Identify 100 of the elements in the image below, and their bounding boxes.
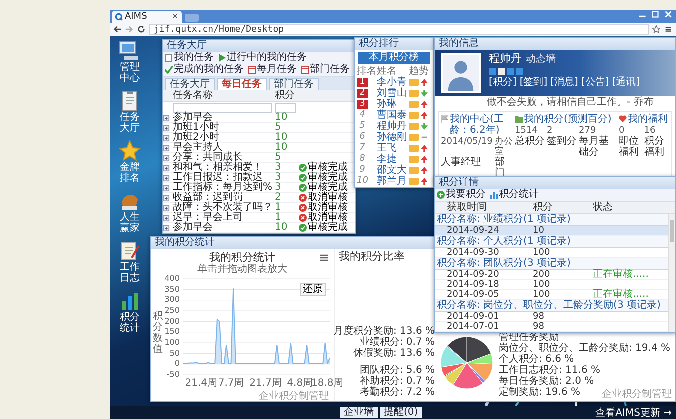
data-label: 休假奖励: 13.6 % <box>354 348 435 359</box>
tick-label: 4.8周 <box>287 379 314 389</box>
data-label: 工作日志积分: 11.6 % <box>499 366 600 376</box>
column-header: 排名 <box>357 66 377 77</box>
stat-value: 2014/05/19 <box>441 137 493 149</box>
tick-label: 50 <box>170 350 180 358</box>
stat-value: 1514 <box>515 126 539 136</box>
tick-label: 0 <box>174 360 180 368</box>
task-points: 1 <box>275 213 282 223</box>
rank-number: 8 <box>358 155 366 164</box>
stat-value: 0 <box>619 126 626 136</box>
date-cell-text: 2014-09-05 <box>447 290 500 300</box>
date-cell-text: 2014-09-24 <box>447 226 500 236</box>
data-label: 考勤积分: 7.2 % <box>360 388 435 398</box>
rank-number: 4 <box>358 111 366 120</box>
rank-number: 5 <box>358 122 366 131</box>
stat-label: 每月基础分 <box>579 136 610 158</box>
tick-label: 150 <box>164 328 180 336</box>
status-text: 审核完成 <box>308 183 348 193</box>
task-name: 参加早会 <box>173 113 213 123</box>
window-title: 积分排行 <box>359 38 399 50</box>
data-label: 业绩积分: 0.7 % <box>360 338 435 348</box>
points-cell-text: 10 <box>533 226 546 236</box>
tick-label: -50 <box>166 371 180 379</box>
stat-value: 16 <box>644 126 657 136</box>
task-name: 工作指标：每月达到% <box>173 183 274 193</box>
task-points: 3 <box>275 183 282 193</box>
card-title: 我的积分(预测百分) <box>524 114 612 125</box>
date-cell-text: 2014-07-01 <box>447 322 500 332</box>
task-name: 加班1小时 <box>173 123 220 133</box>
rank-number: 7 <box>358 144 366 153</box>
date-cell-text: 2014-09-18 <box>447 280 500 290</box>
task-points: 10 <box>275 143 289 153</box>
task-points: 2 <box>275 193 282 203</box>
stat-value: 办公室 <box>494 137 513 157</box>
task-points: 10 <box>275 223 289 233</box>
task-name: 收益部：迟到罚 <box>173 193 244 203</box>
status-text: 取消审核 <box>308 193 348 203</box>
motto-text: 做不会失败，请相信自己工作。- 乔布 <box>486 96 655 110</box>
task-name: 早会主持人 <box>173 143 224 153</box>
window-title: 任务大厅 <box>167 40 207 52</box>
task-name: 故障：头不次装了吗？ <box>173 203 274 213</box>
axis-title: 积分数值 <box>153 311 163 355</box>
tick-label: 200 <box>164 318 180 326</box>
stat-label: 总积分 <box>515 136 545 149</box>
rank-number: 9 <box>358 166 366 175</box>
task-points: 3 <box>275 173 282 183</box>
stat-label: 签到分 <box>547 136 577 149</box>
stat-value: 279 <box>579 126 598 136</box>
points-cell-text: 200 <box>533 270 552 280</box>
column-header: 姓名 <box>377 66 397 77</box>
status-text: 取消审核 <box>308 213 348 223</box>
rank-number: 10 <box>357 177 368 186</box>
tick-label: 400 <box>164 275 180 283</box>
task-name: 加班2小时 <box>173 133 220 143</box>
task-points: 10 <box>275 113 289 123</box>
chart-subtitle: 单击并拖动图表放大 <box>196 264 288 275</box>
tick-label: 300 <box>164 296 180 304</box>
stat-value: 2 <box>547 126 554 136</box>
card-title: 我的中心(工龄：6.2年) <box>450 114 505 136</box>
task-points: 10 <box>275 133 289 143</box>
task-name: 和和气：相亲相爱！ <box>173 163 264 173</box>
window-title: 我的信息 <box>439 38 479 50</box>
stat-label: 积分福利 <box>644 136 666 158</box>
task-name: 工作日报迟：扣款迟 <box>173 173 264 183</box>
tick-label: 350 <box>164 286 180 294</box>
task-points: 5 <box>275 153 282 163</box>
data-label: 团队积分: 5.6 % <box>360 366 435 376</box>
date-cell-text: 2014-09-20 <box>447 270 500 280</box>
data-label: 补助积分: 0.7 % <box>360 377 435 387</box>
data-label: 每日任务奖励: 2.0 % <box>499 377 594 387</box>
points-cell-text: 98 <box>533 312 546 322</box>
user-tag: 动态墙 <box>526 54 556 66</box>
task-name: 迟早：早会上司 <box>173 213 244 223</box>
chart-title: 我的积分统计 <box>210 251 276 264</box>
points-cell-text: 100 <box>533 280 552 290</box>
date-cell-text: 2014-09-30 <box>447 248 500 258</box>
tick-label: 7.7周 <box>218 379 244 389</box>
status-text: 审核完成 <box>308 173 348 183</box>
card-title: 我的福利 <box>628 114 668 125</box>
stat-label: 即位福利 <box>619 136 640 158</box>
data-label: 岗位分、职位分、工龄分奖励: 19.4 % <box>499 344 670 354</box>
tick-label: 18.8周 <box>311 379 344 389</box>
data-label: 定制奖励: 19.6 % <box>499 388 580 398</box>
chart-title: 我的积分比率 <box>339 250 405 263</box>
tick-label: 250 <box>164 307 180 315</box>
data-label: 月度积分奖励: 13.6 % <box>334 326 435 337</box>
status-text: 取消审核 <box>308 203 348 213</box>
status-cell-text: 正在审核..... <box>593 270 650 280</box>
points-cell-text: 100 <box>533 290 552 300</box>
task-name: 分享：共同成长 <box>173 153 243 163</box>
user-name: 程帅丹 <box>489 53 522 65</box>
data-label: 个人积分: 6.6 % <box>499 355 574 365</box>
points-cell-text: 98 <box>533 322 546 332</box>
status-cell-text: 正在审核..... <box>593 290 650 300</box>
stat-label: 人事经理 <box>441 157 482 170</box>
rank-number: 6 <box>358 133 366 142</box>
status-text: 审核完成 <box>308 223 348 233</box>
status-text: 审核完成 <box>308 163 348 173</box>
task-points: 1 <box>275 203 282 213</box>
